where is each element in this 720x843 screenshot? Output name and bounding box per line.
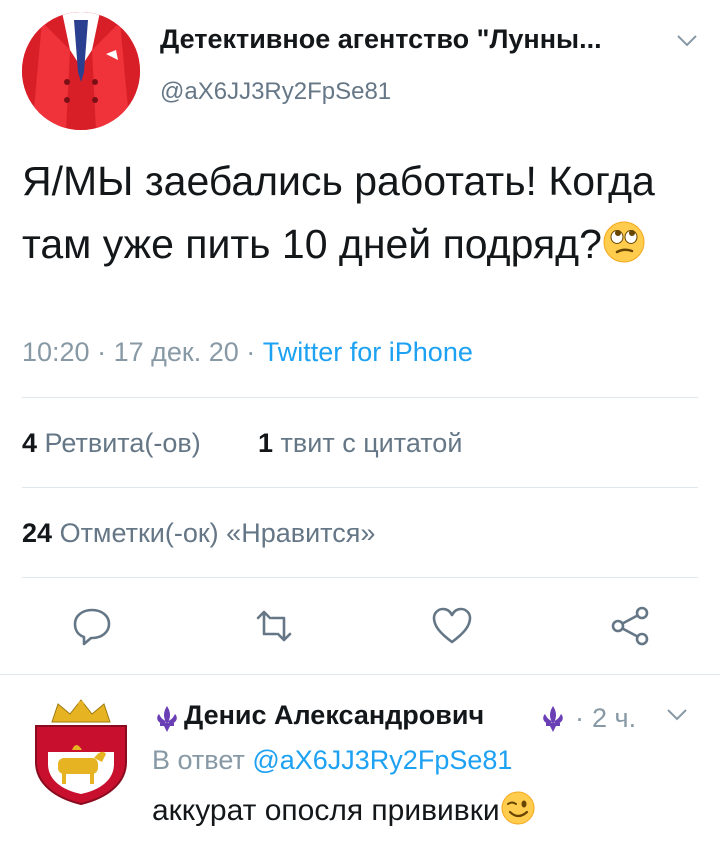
coat-of-arms-image xyxy=(22,692,140,810)
likes-label: Отметки(-ок) «Нравится» xyxy=(59,518,376,548)
reply-display-name[interactable]: Денис Александрович xyxy=(184,700,484,731)
tweet-date: 17 дек. 20 xyxy=(113,337,239,367)
fleur-de-lis-icon xyxy=(157,706,177,732)
reply-text: аккурат опосля прививки xyxy=(152,790,536,828)
retweets-count: 4 xyxy=(22,428,38,458)
meta-separator: · xyxy=(97,337,114,367)
tweet-meta: 10:20 · 17 дек. 20 · Twitter for iPhone xyxy=(22,337,473,368)
divider xyxy=(22,397,698,398)
heart-icon[interactable] xyxy=(430,604,474,648)
meta-separator: · xyxy=(575,703,584,733)
tweet-source-link[interactable]: Twitter for iPhone xyxy=(263,337,473,367)
tweet-body: Я/МЫ заебались работать! Когда там уже п… xyxy=(22,158,655,267)
reply-avatar[interactable] xyxy=(22,692,140,810)
retweet-icon[interactable] xyxy=(252,604,296,648)
quotes-label: твит с цитатой xyxy=(280,428,463,458)
face-with-rolling-eyes-icon xyxy=(603,221,645,263)
fleur-de-lis-icon xyxy=(543,706,563,732)
display-name[interactable]: Детективное агентство "Лунны... xyxy=(160,24,602,55)
meta-separator: · xyxy=(246,337,263,367)
divider xyxy=(22,577,698,578)
chevron-down-icon[interactable] xyxy=(676,34,698,48)
reply-body: аккурат опосля прививки xyxy=(152,794,500,827)
divider xyxy=(22,487,698,488)
tweet-time: 10:20 xyxy=(22,337,90,367)
likes-count: 24 xyxy=(22,518,53,548)
retweets-label: Ретвита(-ов) xyxy=(44,428,201,458)
quotes-stat[interactable]: 1 твит с цитатой xyxy=(258,428,462,459)
winking-face-icon xyxy=(501,791,535,825)
chevron-down-icon[interactable] xyxy=(666,708,688,722)
quotes-count: 1 xyxy=(258,428,274,458)
tweet-text: Я/МЫ заебались работать! Когда там уже п… xyxy=(22,150,702,276)
avatar[interactable] xyxy=(22,12,140,130)
in-reply-to: В ответ @aX6JJ3Ry2FpSe81 xyxy=(152,745,512,776)
user-handle[interactable]: @aX6JJ3Ry2FpSe81 xyxy=(160,78,391,106)
in-reply-handle-link[interactable]: @aX6JJ3Ry2FpSe81 xyxy=(252,745,512,775)
reply-icon[interactable] xyxy=(70,604,114,648)
share-icon[interactable] xyxy=(608,604,652,648)
tweet-separator xyxy=(0,674,720,675)
likes-stat[interactable]: 24 Отметки(-ок) «Нравится» xyxy=(22,518,375,549)
reply-time[interactable]: 2 ч. xyxy=(592,703,636,734)
avatar-red-suit-image xyxy=(22,12,140,130)
retweets-stat[interactable]: 4 Ретвита(-ов) xyxy=(22,428,201,459)
in-reply-prefix: В ответ xyxy=(152,745,245,775)
